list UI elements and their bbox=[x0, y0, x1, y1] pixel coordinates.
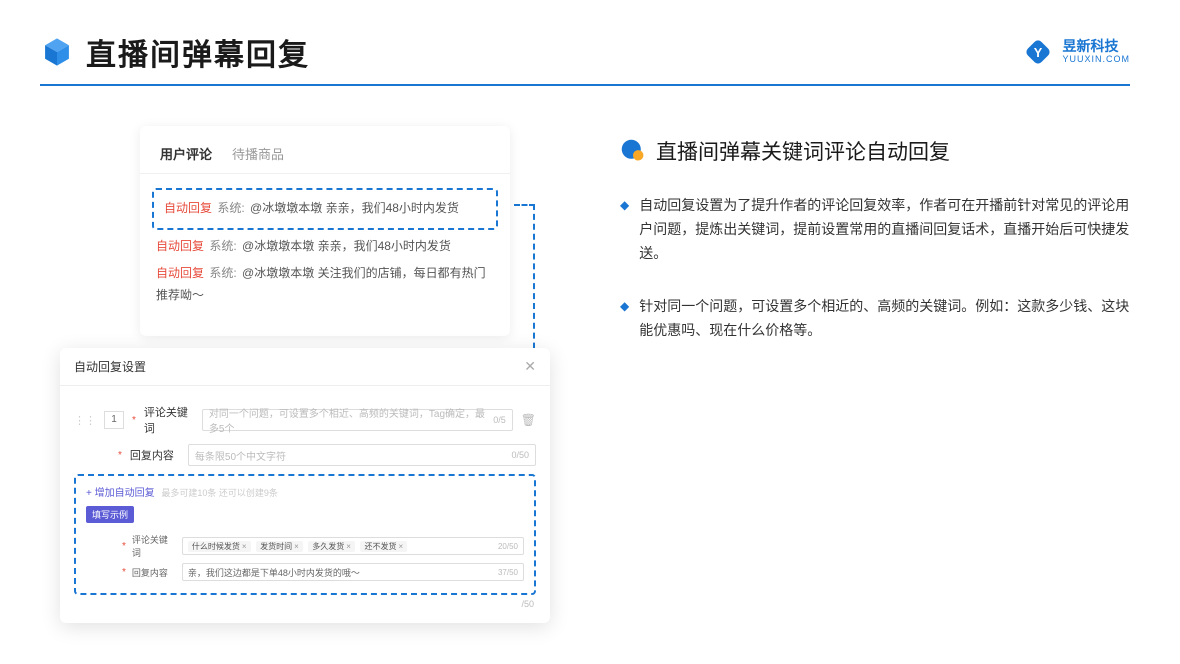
content-label: 回复内容 bbox=[130, 447, 180, 463]
keyword-input[interactable]: 对同一个问题，可设置多个相近、高频的关键词，Tag确定，最多5个 0/5 bbox=[202, 409, 513, 431]
example-content-label: 回复内容 bbox=[132, 566, 176, 579]
chat-bubble-icon bbox=[620, 138, 646, 164]
tab-pending-products[interactable]: 待播商品 bbox=[232, 144, 284, 163]
svg-text:Y: Y bbox=[1034, 45, 1043, 60]
auto-reply-tag: 自动回复 bbox=[164, 201, 212, 215]
auto-reply-tag: 自动回复 bbox=[156, 239, 204, 253]
settings-card: 自动回复设置 ✕ ⋮⋮ 1 * 评论关键词 对同一个问题，可设置多个相近、高频的… bbox=[60, 348, 550, 623]
diamond-bullet-icon: ◆ bbox=[620, 295, 629, 343]
keyword-tag[interactable]: 发货时间× bbox=[256, 541, 303, 552]
example-keyword-label: 评论关键词 bbox=[132, 533, 176, 559]
system-label: 系统: bbox=[209, 239, 236, 253]
comment-item: 自动回复 系统: @冰墩墩本墩 关注我们的店铺，每日都有热门推荐呦～ bbox=[156, 263, 494, 306]
auto-reply-tag: 自动回复 bbox=[156, 266, 204, 280]
comment-item: 自动回复 系统: @冰墩墩本墩 亲亲，我们48小时内发货 bbox=[156, 236, 494, 258]
close-icon[interactable]: ✕ bbox=[524, 358, 536, 375]
required-dot: * bbox=[122, 567, 126, 578]
right-heading: 直播间弹幕关键词评论自动回复 bbox=[656, 136, 950, 166]
diamond-bullet-icon: ◆ bbox=[620, 194, 629, 265]
brand-diamond-icon: Y bbox=[1022, 36, 1054, 68]
required-dot: * bbox=[132, 415, 136, 426]
brand-name-cn: 昱新科技 bbox=[1062, 39, 1130, 54]
keyword-label: 评论关键词 bbox=[144, 404, 194, 436]
comment-item: 自动回复 系统: @冰墩墩本墩 亲亲，我们48小时内发货 bbox=[152, 188, 498, 230]
example-content-input[interactable]: 亲，我们这边都是下单48小时内发货的哦～ 37/50 bbox=[182, 563, 524, 581]
required-dot: * bbox=[118, 450, 122, 461]
brand-name-en: YUUXIN.COM bbox=[1062, 55, 1130, 65]
bullet-text: 自动回复设置为了提升作者的评论回复效率，作者可在开播前针对常见的评论用户问题，提… bbox=[639, 194, 1130, 265]
example-section: + 增加自动回复 最多可建10条 还可以创建9条 填写示例 * 评论关键词 什么… bbox=[74, 474, 536, 595]
settings-title: 自动回复设置 bbox=[74, 358, 146, 375]
required-dot: * bbox=[122, 541, 126, 552]
brand-logo: Y 昱新科技 YUUXIN.COM bbox=[1022, 36, 1130, 68]
content-input[interactable]: 每条限50个中文字符 0/50 bbox=[188, 444, 536, 466]
comment-text: @冰墩墩本墩 亲亲，我们48小时内发货 bbox=[250, 201, 459, 215]
keyword-tag[interactable]: 什么时候发货× bbox=[188, 541, 251, 552]
cube-icon bbox=[40, 35, 74, 69]
page-title: 直播间弹幕回复 bbox=[86, 30, 310, 74]
example-keyword-input[interactable]: 什么时候发货× 发货时间× 多久发货× 还不发货× 20/50 bbox=[182, 537, 524, 555]
system-label: 系统: bbox=[217, 201, 244, 215]
keyword-tag[interactable]: 还不发货× bbox=[360, 541, 407, 552]
example-badge: 填写示例 bbox=[86, 506, 134, 523]
comment-text: @冰墩墩本墩 关注我们的店铺，每日都有热门推荐呦～ bbox=[156, 266, 486, 302]
add-auto-reply-link[interactable]: + 增加自动回复 bbox=[86, 488, 155, 499]
comment-card: 用户评论 待播商品 自动回复 系统: @冰墩墩本墩 亲亲，我们48小时内发货 自… bbox=[140, 126, 510, 336]
tab-user-comments[interactable]: 用户评论 bbox=[160, 144, 212, 163]
drag-handle-icon[interactable]: ⋮⋮ bbox=[74, 414, 96, 427]
comment-text: @冰墩墩本墩 亲亲，我们48小时内发货 bbox=[242, 239, 451, 253]
row-index: 1 bbox=[104, 411, 124, 429]
system-label: 系统: bbox=[209, 266, 236, 280]
trash-icon[interactable]: 🗑 bbox=[521, 413, 536, 427]
bottom-count: /50 bbox=[74, 599, 536, 609]
bullet-text: 针对同一个问题，可设置多个相近的、高频的关键词。例如：这款多少钱、这块能优惠吗、… bbox=[639, 295, 1130, 343]
add-hint: 最多可建10条 还可以创建9条 bbox=[161, 488, 278, 498]
keyword-tag[interactable]: 多久发货× bbox=[308, 541, 355, 552]
